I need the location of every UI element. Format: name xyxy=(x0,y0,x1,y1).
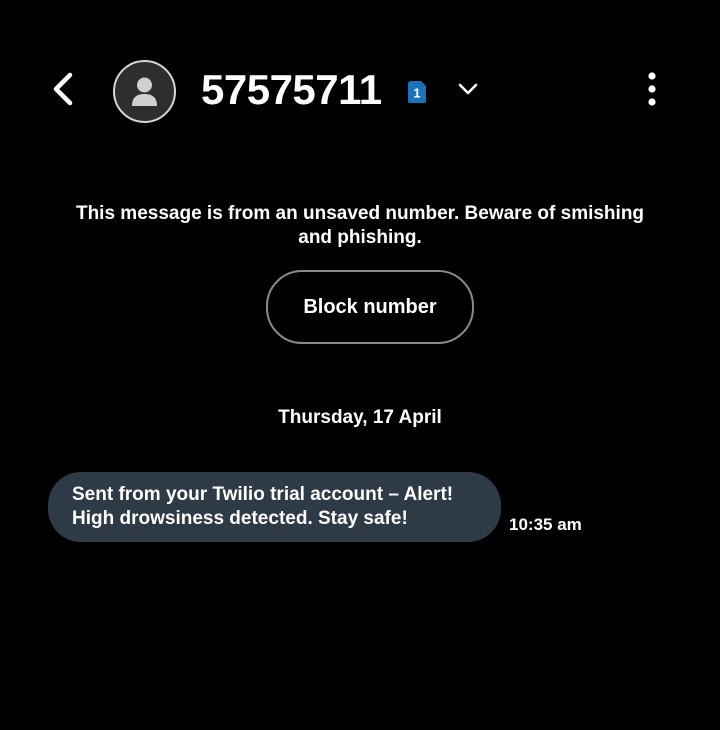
conversation-header: 57575711 1 xyxy=(0,0,720,180)
block-number-button[interactable]: Block number xyxy=(266,270,474,344)
date-separator: Thursday, 17 April xyxy=(278,407,442,428)
message-timestamp: 10:35 am xyxy=(509,515,582,534)
avatar[interactable] xyxy=(113,60,176,123)
message-text-line: Sent from your Twilio trial account – Al… xyxy=(72,484,454,505)
back-button[interactable] xyxy=(40,68,86,114)
back-arrow-icon xyxy=(48,71,78,112)
more-vertical-icon xyxy=(647,71,657,112)
expand-contact-button[interactable] xyxy=(452,76,484,106)
more-options-button[interactable] xyxy=(634,68,670,114)
message-bubble[interactable]: Sent from your Twilio trial account – Al… xyxy=(48,472,501,542)
sim-badge-number: 1 xyxy=(413,86,420,101)
chevron-down-icon xyxy=(457,82,479,101)
contact-number[interactable]: 57575711 xyxy=(201,64,382,116)
message-text-line: High drowsiness detected. Stay safe! xyxy=(72,508,408,529)
sim-card-icon: 1 xyxy=(406,80,428,104)
person-icon xyxy=(115,62,174,121)
unsaved-number-warning: This message is from an unsaved number. … xyxy=(75,203,645,248)
